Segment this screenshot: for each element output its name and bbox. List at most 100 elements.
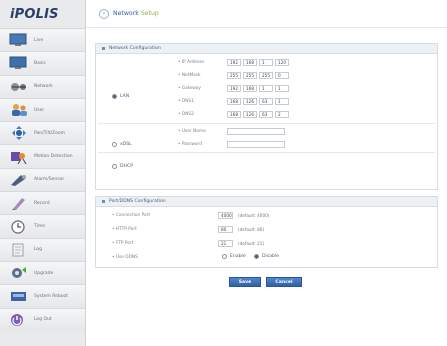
netmask-octet-4[interactable]: 0 [275,72,289,79]
dns2-label: • DNS2 [178,112,194,117]
sidebar-item-label: Live [34,37,44,43]
main-content: › Network Setup Network Configuration LA… [87,0,447,346]
sidebar-item-label: System Reboot [34,293,69,299]
radio-unselected-icon [112,164,117,169]
enable-label: Enable [230,254,246,259]
sidebar-item-label: Basic [34,60,46,66]
clock-icon [8,219,30,234]
section-title: Port/DDNS Configuration [96,197,437,207]
monitor-icon [8,33,30,48]
dns1-label: • DNS1 [178,99,194,104]
sidebar-item-label: Record [34,200,50,206]
dns1-octet-3[interactable]: 63 [259,98,273,105]
netmask-octet-3[interactable]: 255 [259,72,273,79]
ip-octet-1[interactable]: 192 [227,59,241,66]
disable-label: Disable [262,254,280,259]
ftp-port-input[interactable]: 21 [218,240,233,247]
log-icon [8,242,30,257]
gateway-label: • Gateway [178,86,201,91]
dns2-octet-3[interactable]: 63 [259,111,273,118]
sidebar-item-label: Time [34,224,46,230]
monitor-icon [8,56,30,71]
dns2-octet-1[interactable]: 168 [227,111,241,118]
section-title-text: Port/DDNS Configuration [109,199,166,204]
divider [98,123,435,124]
page-title-main: Network [113,10,139,17]
logo: iPOLIS [10,6,59,22]
lan-radio[interactable]: LAN [112,94,129,99]
divider [98,152,435,153]
radio-unselected-icon [222,254,227,259]
bullet-icon [102,47,105,50]
logout-icon [8,312,30,327]
sidebar-item-user[interactable]: User [0,97,85,122]
upgrade-icon [8,266,30,281]
dhcp-label: DHCP [120,164,133,169]
sidebar-item-time[interactable]: Time [0,214,85,238]
sidebar-item-label: Network [34,84,53,90]
bullet-icon [102,200,105,203]
sidebar-menu: Live Basic Network User Pan/Tilt/Zoom Mo… [0,28,85,331]
sidebar-item-ptz[interactable]: Pan/Tilt/Zoom [0,121,85,145]
sidebar-item-label: Pan/Tilt/Zoom [34,130,66,136]
sidebar-item-label: Log Out [34,317,52,323]
dhcp-radio[interactable]: DHCP [112,164,133,169]
ip-octet-2[interactable]: 168 [243,59,257,66]
save-button[interactable]: Save [229,277,261,287]
username-input[interactable] [227,128,285,135]
http-port-input[interactable]: 80 [218,226,233,233]
dns2-octet-2[interactable]: 126 [243,111,257,118]
ip-octet-3[interactable]: 1 [259,59,273,66]
sidebar-item-basic[interactable]: Basic [0,51,85,75]
netmask-octet-1[interactable]: 255 [227,72,241,79]
ddns-enable-radio[interactable]: Enable [222,254,246,259]
section-title: Network Configuration [96,44,437,54]
sidebar-item-logout[interactable]: Log Out [0,307,85,331]
ftp-port-default: (default: 21) [238,241,265,246]
page-title: Network Setup [113,10,159,17]
dns1-octet-4[interactable]: 1 [275,98,289,105]
sidebar-item-system-reboot[interactable]: System Reboot [0,284,85,308]
ip-address-label: • IP Address [178,60,205,65]
sidebar-item-label: Upgrade [34,270,54,276]
sidebar-item-network[interactable]: Network [0,74,85,98]
sidebar-item-motion[interactable]: Motion Detection [0,144,85,168]
gateway-octet-1[interactable]: 192 [227,85,241,92]
radio-unselected-icon [112,142,117,147]
gateway-octet-4[interactable]: 1 [275,85,289,92]
sidebar-item-label: Log [34,247,43,253]
radio-selected-icon [112,94,117,99]
sidebar-item-label: User [34,107,45,113]
connection-port-default: (default: 4000) [238,213,270,218]
sidebar-item-live[interactable]: Live [0,28,85,52]
netmask-octet-2[interactable]: 255 [243,72,257,79]
ip-octet-4[interactable]: 120 [275,59,289,66]
netmask-label: • NetMask [178,73,201,78]
password-input[interactable] [227,141,285,148]
xdsl-radio[interactable]: xDSL [112,142,132,147]
gateway-octet-3[interactable]: 1 [259,85,273,92]
radio-selected-icon [254,254,259,259]
lan-label: LAN [120,94,130,99]
sidebar-item-label: Motion Detection [34,154,73,160]
connection-port-label: • Connection Port [112,213,151,218]
cancel-button[interactable]: Cancel [266,277,302,287]
ddns-label: • Use DDNS [112,255,138,260]
page-header: › Network Setup [87,0,447,28]
sidebar-item-record[interactable]: Record [0,191,85,215]
ddns-disable-radio[interactable]: Disable [254,254,279,259]
sidebar-item-log[interactable]: Log [0,237,85,261]
dns1-octet-1[interactable]: 168 [227,98,241,105]
gateway-octet-2[interactable]: 168 [243,85,257,92]
sidebar-item-upgrade[interactable]: Upgrade [0,260,85,285]
ftp-port-label: • FTP Port [112,241,134,246]
password-label: • Password [178,142,202,147]
username-label: • User Name [178,129,206,134]
users-icon [8,103,30,118]
sidebar-item-label: Alarm/Sensor [34,177,65,183]
dns1-octet-2[interactable]: 126 [243,98,257,105]
http-port-label: • HTTP Port [112,227,137,232]
sidebar-item-alarm[interactable]: Alarm/Sensor [0,167,85,192]
connection-port-input[interactable]: 4000 [218,212,233,219]
dns2-octet-4[interactable]: 2 [275,111,289,118]
